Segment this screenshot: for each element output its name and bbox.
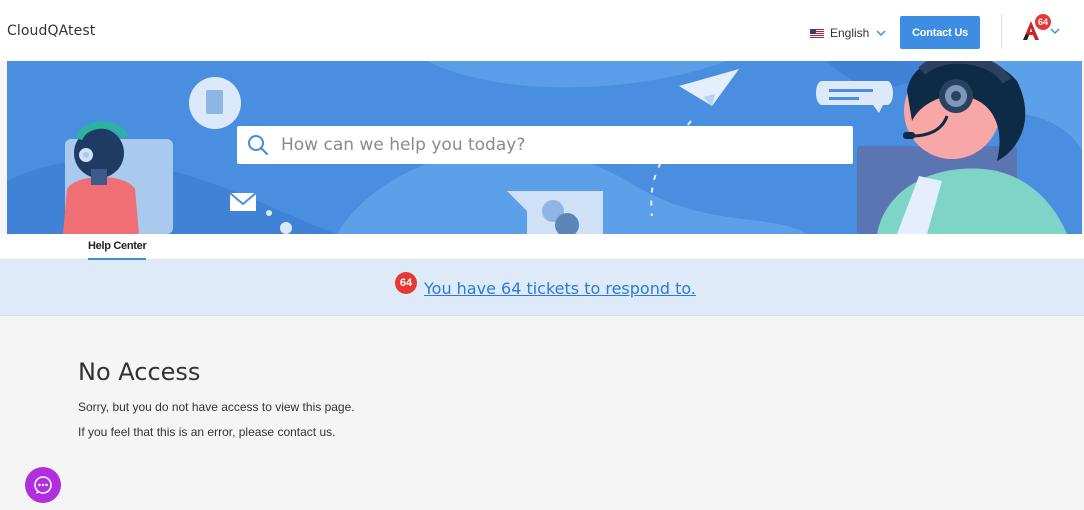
page-title: No Access bbox=[78, 358, 201, 386]
chevron-down-icon bbox=[876, 30, 886, 37]
tab-help-center[interactable]: Help Center bbox=[88, 240, 147, 260]
language-selector[interactable]: English bbox=[810, 25, 887, 41]
error-message: If you feel that this is an error, pleas… bbox=[78, 425, 336, 439]
hero-banner bbox=[7, 61, 1082, 234]
access-message: Sorry, but you do not have access to vie… bbox=[78, 400, 355, 414]
brand-name[interactable]: CloudQAtest bbox=[7, 23, 95, 39]
ticket-count-badge: 64 bbox=[395, 272, 417, 294]
flag-icon bbox=[810, 28, 824, 38]
search-input[interactable] bbox=[281, 135, 841, 155]
header-divider bbox=[1001, 14, 1002, 49]
language-label: English bbox=[830, 26, 870, 40]
ticket-notice: 64 You have 64 tickets to respond to. bbox=[0, 260, 1084, 316]
notification-badge: 64 bbox=[1035, 14, 1051, 30]
chevron-down-icon bbox=[1050, 28, 1060, 35]
top-header: CloudQAtest English Contact Us 64 bbox=[0, 0, 1084, 61]
search-icon bbox=[248, 135, 268, 155]
chat-button[interactable] bbox=[25, 467, 61, 503]
nav-tabs: Help Center bbox=[0, 234, 1084, 260]
contact-us-button[interactable]: Contact Us bbox=[900, 16, 980, 49]
search-bar[interactable] bbox=[237, 126, 853, 164]
chat-icon bbox=[34, 476, 52, 494]
main-content: No Access Sorry, but you do not have acc… bbox=[0, 317, 1084, 510]
tickets-link[interactable]: You have 64 tickets to respond to. bbox=[424, 279, 696, 298]
user-menu[interactable]: 64 bbox=[1022, 14, 1062, 44]
